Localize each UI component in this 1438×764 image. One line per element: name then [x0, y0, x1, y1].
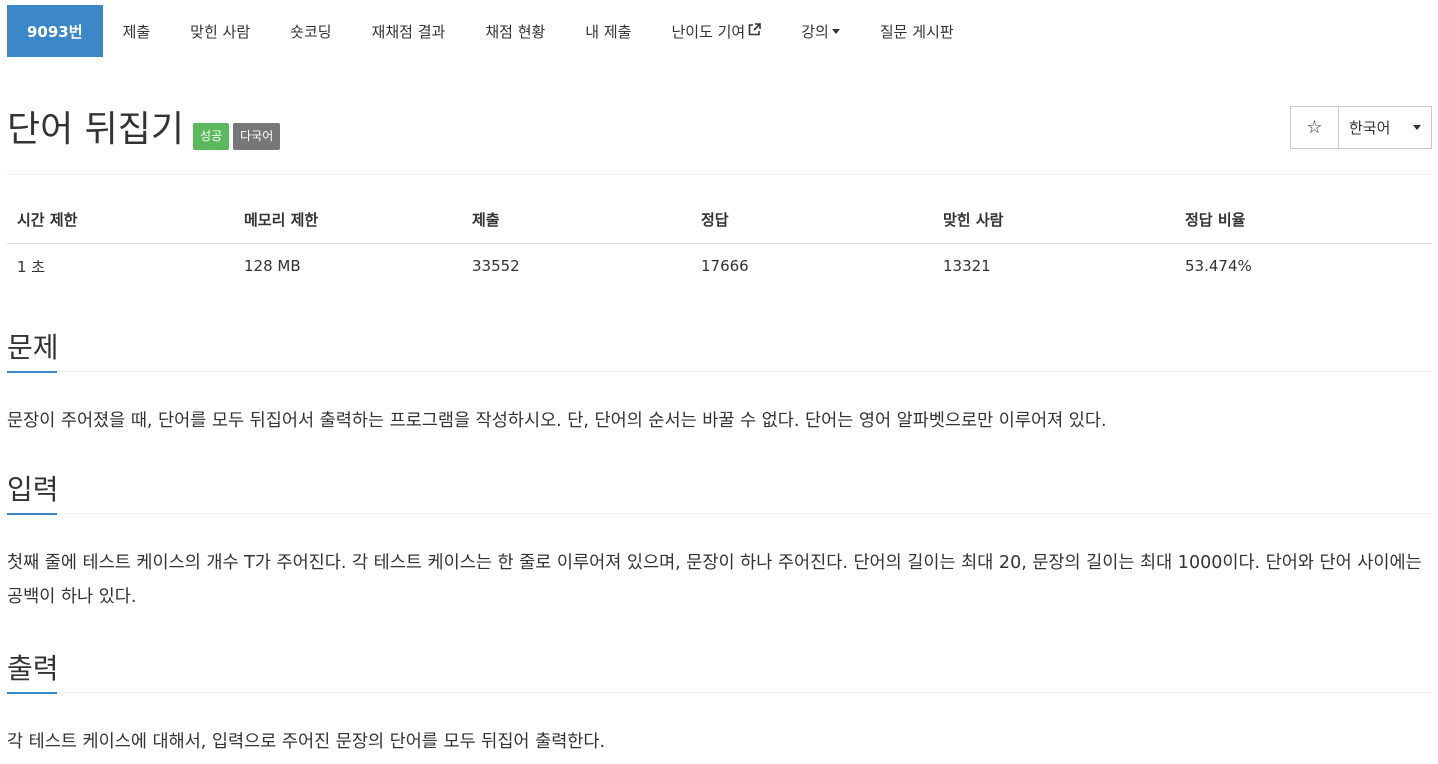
section-header: 출력: [7, 651, 1432, 694]
nav-difficulty-contrib[interactable]: 난이도 기여: [651, 5, 781, 57]
header-accept-rate: 정답 비율: [1175, 198, 1432, 244]
title-toolbar: ☆ 한국어: [1290, 106, 1432, 149]
solved-users-value: 13321: [943, 257, 991, 275]
section-header: 문제: [7, 330, 1432, 373]
nav-my-submissions[interactable]: 내 제출: [565, 5, 651, 57]
star-icon: ☆: [1306, 117, 1323, 138]
problem-description-section: 문제 문장이 주어졌을 때, 단어를 모두 뒤집어서 출력하는 프로그램을 작성…: [7, 330, 1432, 438]
nav-lectures-dropdown[interactable]: 강의: [781, 5, 860, 57]
external-link-icon: [748, 23, 762, 39]
page-title: 단어 뒤집기: [7, 109, 185, 150]
problem-nav: 9093번 제출 맞힌 사람 숏코딩 재채점 결과 채점 현황 내 제출 난이도…: [7, 5, 974, 57]
header-time-limit: 시간 제한: [7, 198, 234, 244]
memory-limit-value: 128 MB: [244, 257, 301, 275]
nav-short-coding[interactable]: 숏코딩: [270, 5, 351, 57]
accepted-value: 17666: [701, 257, 749, 275]
section-title-input: 입력: [7, 473, 59, 506]
nav-problem-id[interactable]: 9093번: [7, 5, 103, 57]
caret-down-icon: [831, 28, 840, 34]
input-description-text: 첫째 줄에 테스트 케이스의 개수 T가 주어진다. 각 테스트 케이스는 한 …: [7, 553, 1422, 607]
section-underline: [7, 513, 57, 515]
section-title-output: 출력: [7, 652, 59, 685]
nav-judge-status[interactable]: 채점 현황: [465, 5, 565, 57]
section-title-problem: 문제: [7, 331, 59, 364]
section-header: 입력: [7, 472, 1432, 515]
table-header-row: 시간 제한 메모리 제한 제출 정답 맞힌 사람 정답 비율: [7, 198, 1432, 244]
header-memory-limit: 메모리 제한: [234, 198, 462, 244]
language-select-value: 한국어: [1349, 119, 1391, 137]
output-description-text: 각 테스트 케이스에 대해서, 입력으로 주어진 문장의 단어를 모두 뒤집어 …: [7, 732, 606, 752]
nav-rejudge-results[interactable]: 재채점 결과: [352, 5, 466, 57]
time-limit-value: 1 초: [17, 257, 46, 276]
favorite-star-button[interactable]: ☆: [1290, 106, 1338, 149]
section-underline: [7, 692, 57, 694]
nav-solved-users[interactable]: 맞힌 사람: [170, 5, 270, 57]
accept-rate-value: 53.474%: [1185, 257, 1252, 275]
input-section: 입력 첫째 줄에 테스트 케이스의 개수 T가 주어진다. 각 테스트 케이스는…: [7, 472, 1432, 614]
header-solved-users: 맞힌 사람: [933, 198, 1175, 244]
nav-submit[interactable]: 제출: [103, 5, 171, 57]
section-underline: [7, 371, 57, 373]
title-divider: [7, 174, 1432, 175]
nav-difficulty-contrib-label: 난이도 기여: [671, 22, 746, 41]
problem-info-table: 시간 제한 메모리 제한 제출 정답 맞힌 사람 정답 비율 1 초 128 M…: [7, 198, 1432, 289]
output-section: 출력 각 테스트 케이스에 대해서, 입력으로 주어진 문장의 단어를 모두 뒤…: [7, 651, 1432, 759]
nav-qna-board[interactable]: 질문 게시판: [860, 5, 974, 57]
header-accepted: 정답: [691, 198, 933, 244]
problem-title-row: 단어 뒤집기 성공 다국어: [7, 108, 281, 152]
header-submissions: 제출: [462, 198, 691, 244]
language-select[interactable]: 한국어: [1338, 106, 1432, 149]
multilang-badge: 다국어: [233, 122, 281, 150]
status-badge-success: 성공: [193, 122, 230, 150]
submissions-value: 33552: [472, 257, 520, 275]
problem-description-text: 문장이 주어졌을 때, 단어를 모두 뒤집어서 출력하는 프로그램을 작성하시오…: [7, 411, 1107, 431]
caret-down-icon: [1413, 125, 1421, 130]
table-row: 1 초 128 MB 33552 17666 13321 53.474%: [7, 243, 1432, 289]
nav-lectures-label: 강의: [801, 22, 829, 41]
